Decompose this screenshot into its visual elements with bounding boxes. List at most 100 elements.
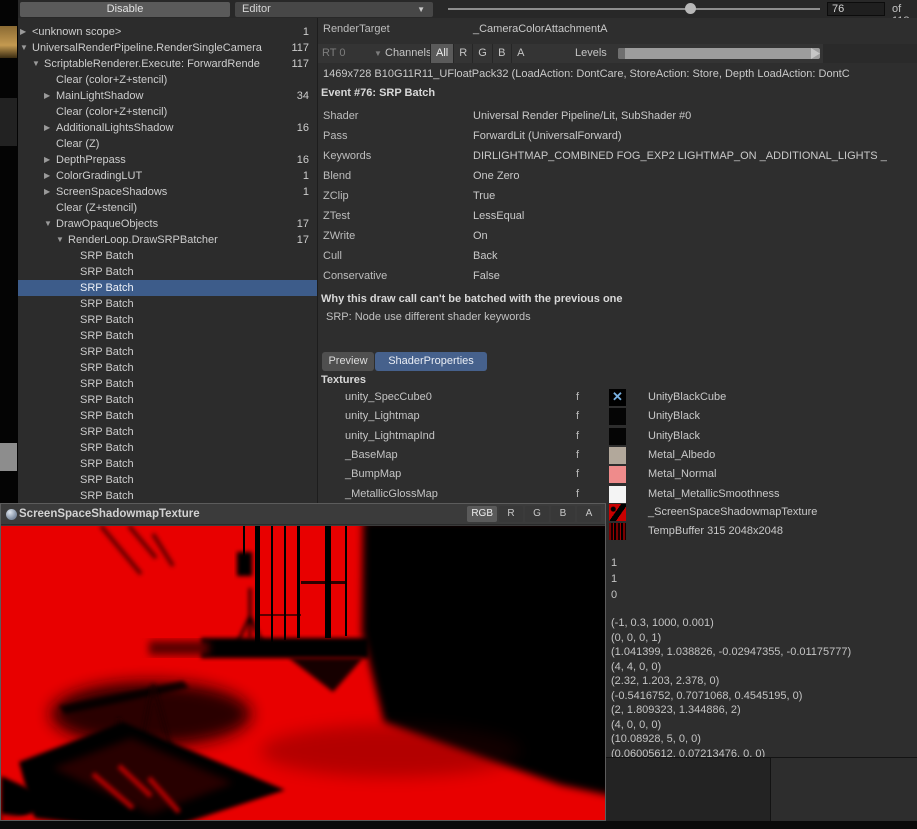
property-label: Keywords	[323, 150, 371, 162]
tab-preview[interactable]: Preview	[322, 352, 374, 371]
texture-row[interactable]: _BaseMap f Metal_Albedo	[318, 447, 917, 464]
tree-item-label: SRP Batch	[80, 312, 283, 328]
frame-slider-track[interactable]	[448, 8, 820, 10]
tree-item-label: SRP Batch	[80, 440, 283, 456]
tree-item[interactable]: SRP Batch	[18, 392, 317, 408]
collapse-arrow-icon[interactable]: ▼	[44, 216, 56, 232]
tree-item[interactable]: SRP Batch	[18, 328, 317, 344]
texture-flag: f	[576, 408, 579, 425]
collapse-arrow-icon[interactable]: ▶	[44, 88, 56, 104]
collapse-arrow-icon[interactable]: ▼	[32, 56, 44, 72]
tree-item[interactable]: ▼UniversalRenderPipeline.RenderSingleCam…	[18, 40, 317, 56]
collapse-arrow-icon[interactable]: ▶	[44, 120, 56, 136]
vector-value: (2, 1.809323, 1.344886, 2)	[611, 703, 741, 717]
vector-value: (1.041399, 1.038826, -0.02947355, -0.011…	[611, 645, 851, 659]
normal-texture-thumbnail[interactable]	[609, 466, 626, 483]
tree-item[interactable]: ▼DrawOpaqueObjects17	[18, 216, 317, 232]
target-dropdown[interactable]: Editor ▼	[235, 2, 433, 17]
tree-item[interactable]: ▼RenderLoop.DrawSRPBatcher17	[18, 232, 317, 248]
tree-item[interactable]: SRP Batch	[18, 264, 317, 280]
bottom-sub-panel	[771, 758, 917, 826]
preview-a-button[interactable]: A	[577, 506, 601, 522]
collapse-arrow-icon[interactable]: ▶	[44, 184, 56, 200]
shadowmap-preview-image	[1, 526, 605, 820]
texture-row[interactable]: unity_LightmapInd f UnityBlack	[318, 428, 917, 445]
channel-b-button[interactable]: B	[492, 44, 511, 63]
tree-item[interactable]: ▶ScreenSpaceShadows1	[18, 184, 317, 200]
tree-item[interactable]: ▶<unknown scope>1	[18, 24, 317, 40]
tree-item[interactable]: SRP Batch	[18, 344, 317, 360]
tree-item-count: 1	[283, 24, 309, 40]
tree-item-label: SRP Batch	[80, 248, 283, 264]
float-value: 0	[611, 588, 617, 602]
tree-item[interactable]: ▶DepthPrepass16	[18, 152, 317, 168]
tree-item[interactable]: Clear (Z+stencil)	[18, 200, 317, 216]
texture-row[interactable]: unity_Lightmap f UnityBlack	[318, 408, 917, 425]
levels-min-handle[interactable]	[618, 48, 625, 59]
tree-item[interactable]: SRP Batch	[18, 408, 317, 424]
tree-item[interactable]: SRP Batch	[18, 488, 317, 504]
albedo-texture-thumbnail[interactable]	[609, 447, 626, 464]
tree-item[interactable]: SRP Batch	[18, 472, 317, 488]
frame-slider-thumb[interactable]	[685, 3, 696, 14]
texture-asset-name: UnityBlackCube	[648, 389, 726, 406]
shadowmap-texture-thumbnail[interactable]	[609, 504, 626, 521]
texture-row[interactable]: _MetallicGlossMap f Metal_MetallicSmooth…	[318, 486, 917, 503]
black-texture-thumbnail[interactable]	[609, 408, 626, 425]
black-texture-thumbnail[interactable]	[609, 428, 626, 445]
collapse-arrow-icon[interactable]: ▶	[20, 24, 32, 40]
tree-item-label: Clear (Z)	[56, 136, 283, 152]
tree-item-count: 1	[283, 168, 309, 184]
tree-item[interactable]: SRP Batch	[18, 312, 317, 328]
textures-section-header: Textures	[321, 374, 366, 386]
tree-item[interactable]: SRP Batch	[18, 296, 317, 312]
tree-item[interactable]: SRP Batch	[18, 360, 317, 376]
tree-item[interactable]: SRP Batch	[18, 424, 317, 440]
metallic-texture-thumbnail[interactable]	[609, 486, 626, 503]
channel-a-button[interactable]: A	[511, 44, 530, 63]
tree-item[interactable]: ▶ColorGradingLUT1	[18, 168, 317, 184]
tree-item[interactable]: SRP Batch	[18, 440, 317, 456]
property-value: DIRLIGHTMAP_COMBINED FOG_EXP2 LIGHTMAP_O…	[473, 150, 917, 162]
batch-break-title: Why this draw call can't be batched with…	[321, 293, 623, 305]
disable-button[interactable]: Disable	[20, 2, 230, 17]
tree-item-count: 16	[283, 120, 309, 136]
tree-item[interactable]: ▼ScriptableRenderer.Execute: ForwardRend…	[18, 56, 317, 72]
preview-g-button[interactable]: G	[525, 506, 549, 522]
preview-rgb-button[interactable]: RGB	[467, 506, 497, 522]
tempbuffer-texture-thumbnail[interactable]	[609, 523, 626, 540]
preview-b-button[interactable]: B	[551, 506, 575, 522]
texture-property-name: unity_LightmapInd	[345, 428, 435, 445]
levels-max-handle[interactable]	[811, 48, 820, 59]
channel-all-button[interactable]: All	[430, 44, 453, 63]
tree-item[interactable]: Clear (Z)	[18, 136, 317, 152]
texture-row[interactable]: unity_SpecCube0 f ✕ UnityBlackCube	[318, 389, 917, 406]
collapse-arrow-icon[interactable]: ▼	[56, 232, 68, 248]
vector-value: (10.08928, 5, 0, 0)	[611, 732, 701, 746]
tree-item[interactable]: ▶MainLightShadow34	[18, 88, 317, 104]
tree-item[interactable]: SRP Batch	[18, 248, 317, 264]
texture-asset-name: UnityBlack	[648, 428, 700, 445]
frame-number-input[interactable]: 76	[827, 2, 885, 16]
chevron-down-icon[interactable]: ▼	[374, 44, 382, 63]
collapse-arrow-icon[interactable]: ▼	[20, 40, 32, 56]
tree-item[interactable]: SRP Batch	[18, 456, 317, 472]
preview-window-title-bar[interactable]: ScreenSpaceShadowmapTexture RGB R G B A	[1, 504, 605, 525]
black-cube-thumbnail[interactable]: ✕	[609, 389, 626, 406]
tree-item-selected[interactable]: SRP Batch	[18, 280, 317, 296]
tree-item[interactable]: SRP Batch	[18, 376, 317, 392]
collapse-arrow-icon[interactable]: ▶	[44, 152, 56, 168]
channel-button-group: All R G B A	[430, 44, 530, 63]
tree-item[interactable]: Clear (color+Z+stencil)	[18, 72, 317, 88]
tree-item[interactable]: ▶AdditionalLightsShadow16	[18, 120, 317, 136]
tree-item[interactable]: Clear (color+Z+stencil)	[18, 104, 317, 120]
channel-r-button[interactable]: R	[453, 44, 472, 63]
collapse-arrow-icon[interactable]: ▶	[44, 168, 56, 184]
preview-r-button[interactable]: R	[499, 506, 523, 522]
texture-row[interactable]: _BumpMap f Metal_Normal	[318, 466, 917, 483]
channel-g-button[interactable]: G	[472, 44, 492, 63]
levels-range-slider[interactable]	[618, 48, 820, 59]
property-label: ZTest	[323, 210, 350, 222]
rt-dropdown[interactable]: RT 0	[322, 44, 345, 63]
tab-shader-properties[interactable]: ShaderProperties	[375, 352, 487, 371]
